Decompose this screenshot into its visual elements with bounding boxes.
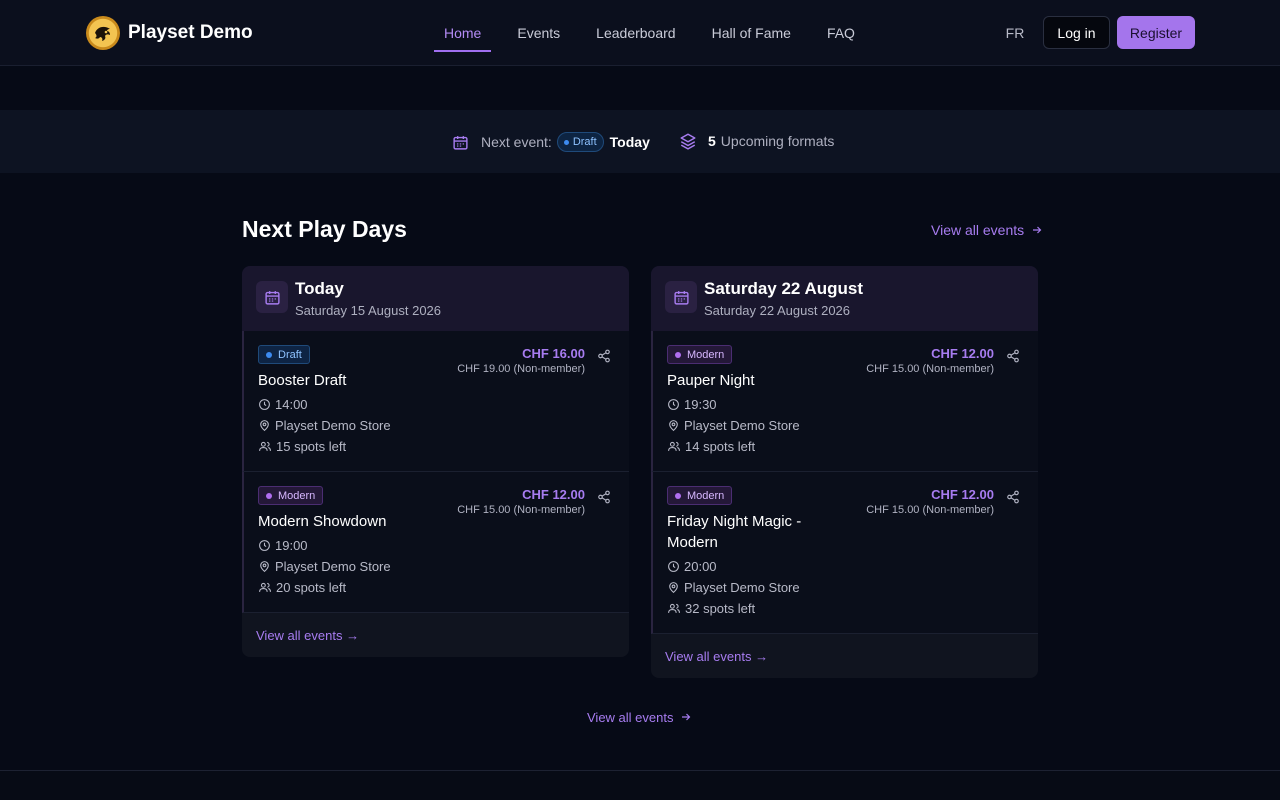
calendar-icon	[453, 135, 468, 150]
nav-faq[interactable]: FAQ	[817, 0, 865, 66]
calendar-icon	[256, 281, 288, 313]
event-time: 20:00	[667, 559, 717, 574]
event-name: Modern Showdown	[258, 513, 387, 530]
share-icon[interactable]	[597, 490, 611, 504]
clock-icon	[259, 540, 270, 551]
play-day-card: Saturday 22 August Saturday 22 August 20…	[651, 266, 1038, 678]
event-price: CHF 12.00	[931, 346, 994, 361]
format-badge: Modern	[667, 345, 733, 364]
play-day-header: Saturday 22 August Saturday 22 August 20…	[651, 266, 1038, 331]
event-name: Pauper Night	[667, 372, 755, 389]
clock-icon	[668, 399, 679, 410]
event-price-non-member: CHF 19.00 (Non-member)	[457, 363, 585, 375]
nav-leaderboard[interactable]: Leaderboard	[586, 0, 685, 66]
event-spots: 32 spots left	[667, 601, 755, 616]
event-time: 14:00	[258, 397, 308, 412]
play-day-title: Today	[295, 279, 344, 298]
main-nav: Home Events Leaderboard Hall of Fame FAQ	[434, 0, 881, 66]
brand-name: Playset Demo	[128, 22, 253, 43]
nav-events[interactable]: Events	[507, 0, 570, 66]
event-price-non-member: CHF 15.00 (Non-member)	[866, 504, 994, 516]
users-icon	[668, 441, 680, 451]
card-view-all-link[interactable]: View all events →	[256, 628, 359, 643]
nav-home[interactable]: Home	[434, 0, 492, 66]
clock-icon	[259, 399, 270, 410]
event-price: CHF 12.00	[522, 487, 585, 502]
formats-count: 5	[708, 133, 716, 149]
site-header: Playset Demo Home Events Leaderboard Hal…	[0, 0, 1280, 66]
brand-link[interactable]: Playset Demo	[86, 16, 253, 50]
play-day-title: Saturday 22 August	[704, 279, 864, 298]
next-event-label: Next event:	[481, 134, 552, 150]
event-item[interactable]: Draft Booster Draft CHF 16.00 CHF 19.00 …	[242, 331, 629, 472]
users-icon	[668, 603, 680, 613]
event-price: CHF 16.00	[522, 346, 585, 361]
nav-hall-of-fame[interactable]: Hall of Fame	[702, 0, 801, 66]
card-footer: View all events →	[242, 613, 629, 657]
event-time: 19:00	[258, 538, 308, 553]
card-footer: View all events →	[651, 634, 1038, 678]
share-icon[interactable]	[597, 349, 611, 363]
event-price-non-member: CHF 15.00 (Non-member)	[457, 504, 585, 516]
event-spots: 14 spots left	[667, 439, 755, 454]
users-icon	[259, 441, 271, 451]
event-location: Playset Demo Store	[258, 418, 391, 433]
section-title: Next Play Days	[242, 216, 407, 242]
language-switch[interactable]: FR	[1000, 17, 1030, 49]
view-all-events-link[interactable]: View all events	[931, 222, 1043, 238]
event-price: CHF 12.00	[931, 487, 994, 502]
view-all-events-bottom-link[interactable]: View all events	[587, 710, 692, 725]
map-pin-icon	[669, 420, 678, 432]
event-item[interactable]: Modern Modern Showdown CHF 12.00 CHF 15.…	[242, 472, 629, 613]
arrow-right-icon	[1033, 226, 1042, 234]
site-footer	[0, 771, 1280, 800]
play-day-header: Today Saturday 15 August 2026	[242, 266, 629, 331]
event-price-non-member: CHF 15.00 (Non-member)	[866, 363, 994, 375]
clock-icon	[668, 561, 679, 572]
register-button[interactable]: Register	[1117, 16, 1195, 49]
event-location: Playset Demo Store	[667, 418, 800, 433]
upcoming-formats-info: 5 Upcoming formats	[679, 132, 834, 150]
layers-icon	[680, 133, 696, 150]
play-day-date: Saturday 15 August 2026	[295, 303, 442, 318]
map-pin-icon	[669, 582, 678, 594]
map-pin-icon	[260, 420, 269, 432]
event-name: Booster Draft	[258, 372, 347, 389]
tiger-logo-icon	[86, 16, 120, 50]
play-day-date: Saturday 22 August 2026	[704, 303, 851, 318]
share-icon[interactable]	[1006, 349, 1020, 363]
info-band: Next event: Draft Today 5 Upcoming forma…	[0, 110, 1280, 173]
share-icon[interactable]	[1006, 490, 1020, 504]
arrow-right-icon	[682, 713, 691, 721]
event-spots: 15 spots left	[258, 439, 346, 454]
event-item[interactable]: Modern Pauper Night CHF 12.00 CHF 15.00 …	[651, 331, 1038, 472]
format-badge: Modern	[258, 486, 324, 505]
next-event-info: Next event: Draft Today	[452, 132, 650, 152]
card-view-all-link[interactable]: View all events →	[665, 649, 768, 664]
calendar-icon	[665, 281, 697, 313]
event-spots: 20 spots left	[258, 580, 346, 595]
event-name: Friday Night Magic - Modern	[667, 513, 802, 551]
format-badge: Draft	[258, 345, 310, 364]
formats-label: Upcoming formats	[720, 133, 835, 149]
event-location: Playset Demo Store	[258, 559, 391, 574]
users-icon	[259, 582, 271, 592]
map-pin-icon	[260, 561, 269, 573]
event-time: 19:30	[667, 397, 717, 412]
next-event-badge: Draft	[556, 132, 604, 152]
login-button[interactable]: Log in	[1043, 16, 1110, 49]
event-item[interactable]: Modern Friday Night Magic - Modern CHF 1…	[651, 472, 1038, 634]
event-location: Playset Demo Store	[667, 580, 800, 595]
play-day-card: Today Saturday 15 August 2026 Draft Boos…	[242, 266, 629, 657]
format-badge: Modern	[667, 486, 733, 505]
next-event-when: Today	[609, 134, 650, 150]
